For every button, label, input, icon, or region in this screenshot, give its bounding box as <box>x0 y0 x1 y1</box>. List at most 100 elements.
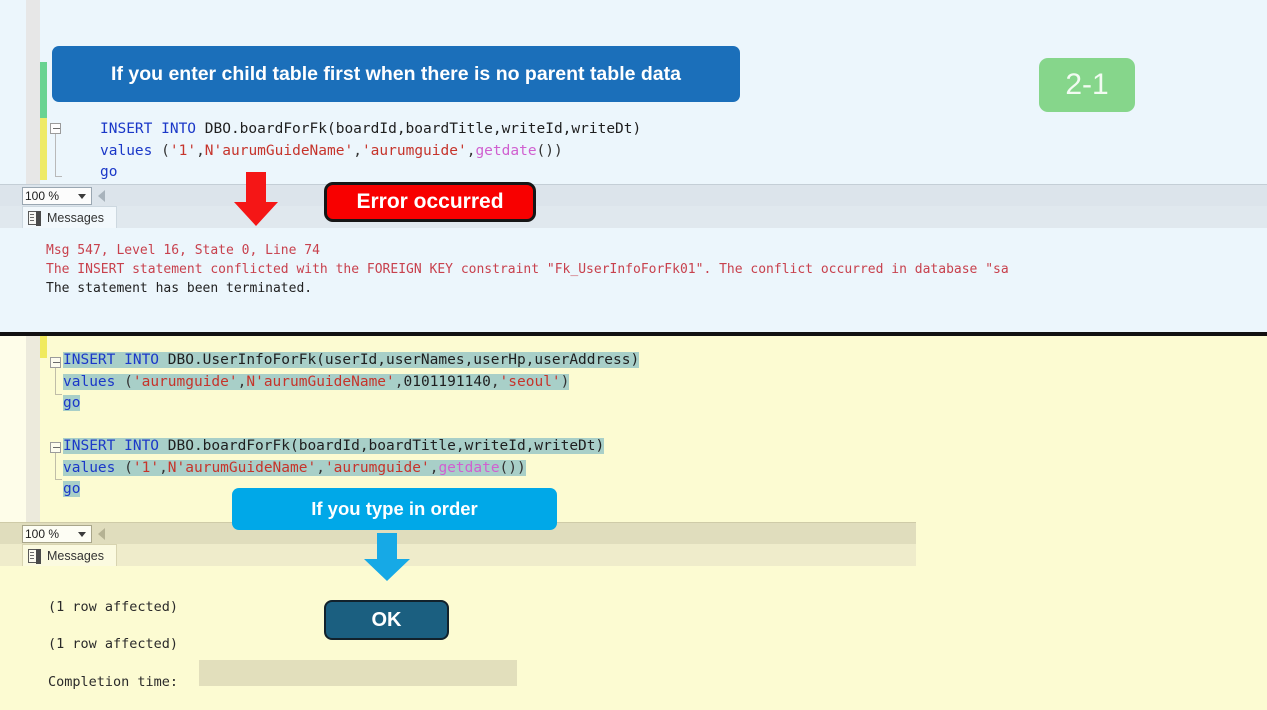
code-text: go <box>100 164 117 180</box>
code-token: 0101191140 <box>403 373 491 390</box>
messages-icon <box>28 211 41 226</box>
top-fold-column[interactable] <box>50 118 66 182</box>
code-token: ()) <box>536 142 563 159</box>
code-token: ) <box>560 373 570 390</box>
code-token: , <box>394 373 404 390</box>
message-line: Msg 547, Level 16, State 0, Line 74 <box>46 243 320 258</box>
code-token: DBO <box>159 352 194 368</box>
bottom-results-tabbar: Messages <box>0 544 916 566</box>
scroll-left-arrow-icon[interactable] <box>98 190 105 202</box>
code-line: INSERT INTO DBO.boardForFk(boardId,board… <box>63 436 639 458</box>
code-line: values ('aurumguide',N'aurumGuideName',0… <box>63 372 639 394</box>
code-token: , <box>353 142 362 159</box>
callout-error-occurred: Error occurred <box>324 182 536 222</box>
top-results-tabbar: Messages <box>0 206 1267 228</box>
bottom-gutter-strip <box>26 336 40 522</box>
code-token: , <box>159 459 168 476</box>
bottom-zoom-selector[interactable]: 100 % <box>22 525 92 543</box>
code-token: values <box>63 459 116 476</box>
code-token: 'aurumguide' <box>324 459 430 476</box>
selected-code-text: INSERT INTO DBO.UserInfoForFk(userId,use… <box>63 352 640 368</box>
bottom-messages-body: (1 row affected) (1 row affected) Completi… <box>0 566 1267 710</box>
step-badge: 2-1 <box>1039 58 1135 112</box>
code-token: ( <box>115 373 133 390</box>
code-token: N'aurumGuideName' <box>204 142 354 159</box>
code-line: INSERT INTO DBO.boardForFk(boardId,board… <box>100 119 641 141</box>
bottom-left-margin <box>0 336 26 522</box>
code-token: '1' <box>169 142 197 159</box>
collapse-icon[interactable] <box>50 123 61 134</box>
bottom-sql-code[interactable]: INSERT INTO DBO.UserInfoForFk(userId,use… <box>63 350 640 501</box>
code-line: INSERT INTO DBO.UserInfoForFk(userId,use… <box>63 350 640 372</box>
top-zoom-strip: 100 % <box>0 184 1267 206</box>
change-indicator-saved <box>40 62 47 118</box>
message-line: (1 row affected) <box>48 599 179 615</box>
code-line: go <box>100 162 641 184</box>
code-line: go <box>63 393 639 415</box>
fold-bracket-icon <box>55 453 62 480</box>
fold-bracket-icon <box>55 134 62 177</box>
chevron-down-icon[interactable] <box>78 194 86 199</box>
code-token: ( <box>115 459 133 476</box>
code-token: , <box>490 373 500 390</box>
code-token: '1' <box>132 459 160 476</box>
top-messages-body: Msg 547, Level 16, State 0, Line 74 The I… <box>0 228 1267 332</box>
code-token: , <box>316 459 325 476</box>
message-line: (1 row affected) <box>48 636 179 652</box>
code-token: 'seoul' <box>499 373 561 390</box>
code-token: values <box>63 373 116 390</box>
chevron-down-icon[interactable] <box>78 532 86 537</box>
selected-code-text: values ('1',N'aurumGuideName','aurumguid… <box>63 459 526 476</box>
fold-bracket-icon <box>55 368 62 395</box>
code-text: INSERT INTO DBO.boardForFk(boardId,board… <box>100 121 641 137</box>
callout-child-table-first: If you enter child table first when ther… <box>52 46 740 102</box>
tab-messages[interactable]: Messages <box>22 206 117 228</box>
bottom-zoom-value: 100 % <box>25 527 60 541</box>
code-text: values ('1',N'aurumGuideName','aurumguid… <box>100 143 563 159</box>
top-zoom-value: 100 % <box>25 189 60 203</box>
callout-type-in-order: If you type in order <box>232 488 557 530</box>
code-token: getdate <box>475 142 537 159</box>
message-line: The statement has been terminated. <box>46 281 313 296</box>
message-line: The INSERT statement conflicted with the… <box>46 262 1009 277</box>
red-down-arrow-icon <box>234 172 278 226</box>
messages-icon <box>28 549 41 564</box>
bottom-change-indicator <box>40 336 47 358</box>
code-line: values ('1',N'aurumGuideName','aurumguid… <box>63 458 639 480</box>
tab-messages-label: Messages <box>47 211 104 225</box>
code-token: go <box>63 395 81 411</box>
code-token: go <box>63 481 81 497</box>
code-token: INSERT INTO <box>63 438 160 454</box>
tab-messages-label: Messages <box>47 549 104 563</box>
code-token: ( <box>152 142 170 159</box>
change-indicator-unsaved <box>40 118 47 180</box>
message-line: Completion time: <box>48 674 179 690</box>
top-gutter-strip <box>26 0 40 184</box>
code-token: , <box>196 142 205 159</box>
code-token: N'aurumGuideName' <box>167 459 317 476</box>
ok-button[interactable]: OK <box>324 600 449 640</box>
code-token: INSERT INTO <box>63 352 160 368</box>
top-zoom-selector[interactable]: 100 % <box>22 187 92 205</box>
top-sql-code[interactable]: INSERT INTO DBO.boardForFk(boardId,board… <box>100 119 641 184</box>
selected-code-text: values ('aurumguide',N'aurumGuideName',0… <box>63 373 570 390</box>
code-line: values ('1',N'aurumGuideName','aurumguid… <box>100 141 641 163</box>
code-token: ()) <box>499 459 526 476</box>
code-token: .boardForFk(boardId,boardTitle,writeId,w… <box>193 438 605 454</box>
blue-down-arrow-icon <box>364 533 410 581</box>
code-token: INSERT INTO <box>100 121 197 137</box>
selected-code-text: INSERT INTO DBO.boardForFk(boardId,board… <box>63 438 605 454</box>
code-token: go <box>100 164 118 180</box>
tab-messages[interactable]: Messages <box>22 544 117 566</box>
code-token: DBO <box>159 438 194 454</box>
code-token: .UserInfoForFk(userId,userNames,userHp,u… <box>193 352 640 368</box>
completion-time-redaction <box>199 660 517 686</box>
code-token: getdate <box>438 459 500 476</box>
scroll-left-arrow-icon[interactable] <box>98 528 105 540</box>
selected-code-text: go <box>63 395 81 411</box>
collapse-icon[interactable] <box>50 357 61 368</box>
code-token: DBO <box>196 121 231 137</box>
collapse-icon[interactable] <box>50 442 61 453</box>
code-token: 'aurumguide' <box>132 373 238 390</box>
